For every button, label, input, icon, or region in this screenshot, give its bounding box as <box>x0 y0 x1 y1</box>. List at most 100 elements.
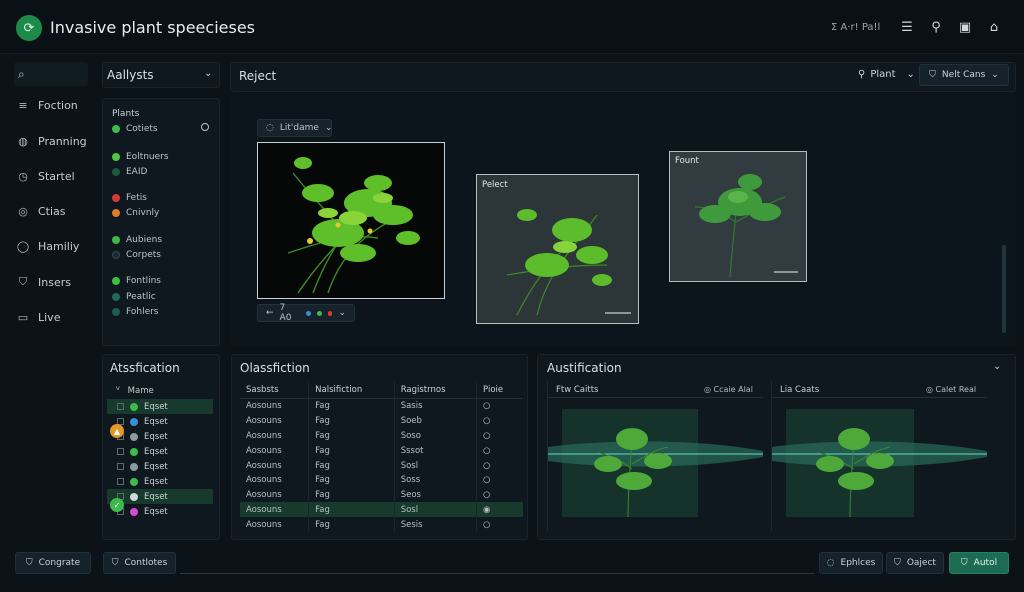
sidebar-item-foction[interactable]: ≡ Foction <box>16 93 98 117</box>
legend-item[interactable]: Cnivnly <box>112 208 159 218</box>
main-button[interactable]: ⛉ Nelt Cans ⌄ <box>919 64 1009 86</box>
shield-icon: ⛉ <box>894 558 901 568</box>
table-cell: Aosouns <box>246 475 282 486</box>
legend-item[interactable]: Fohlers <box>112 307 159 317</box>
blue-dot-icon <box>305 310 311 316</box>
comparison-badge[interactable]: ◎ Ccaie Alal <box>704 385 753 394</box>
plant-image-reject[interactable] <box>476 174 639 324</box>
legend-dot-icon <box>112 277 120 285</box>
comparison-label: Lia Caats <box>780 385 820 395</box>
column-header[interactable]: Pioie <box>476 382 523 399</box>
user-label[interactable]: Σ A·r! Pa!l <box>831 22 880 33</box>
radio-icon[interactable]: ○ <box>476 458 523 473</box>
legend-item[interactable]: EAID <box>112 167 147 177</box>
sidebar-search-icon[interactable]: ⌕ <box>14 62 88 86</box>
table-row[interactable]: Aosouns Fag Soso ○ <box>240 428 523 444</box>
comparison-badge[interactable]: ◎ Calet Real <box>926 385 976 394</box>
chevron-down-icon: ⌄ <box>338 308 347 318</box>
checkbox[interactable] <box>117 463 124 470</box>
table-row-selected[interactable]: Aosouns Fag Sosl ◉ <box>240 502 523 518</box>
list-item[interactable]: Eqset <box>107 444 213 459</box>
sidebar-item-hamiliy[interactable]: ◯ Hamiliy <box>16 234 98 258</box>
legend-item[interactable]: Corpets <box>112 250 161 260</box>
sidebar-item-live[interactable]: ▭ Live <box>16 305 98 329</box>
chevron-down-icon: ⌄ <box>324 123 333 133</box>
image-select-chip[interactable]: ◌ Lit'dame ⌄ <box>257 119 332 137</box>
legend-item[interactable]: Fetis <box>112 193 147 203</box>
radio-icon[interactable]: ○ <box>476 443 523 459</box>
radio-icon[interactable]: ○ <box>476 398 523 414</box>
cloud-icon: ◯ <box>16 239 30 253</box>
legend-item[interactable]: Peatlic <box>112 292 156 302</box>
document-icon[interactable]: ▣ <box>956 18 974 36</box>
table-row[interactable]: Aosouns Fag Soeb ○ <box>240 413 523 429</box>
column-header[interactable]: Ragistrnos <box>393 382 477 399</box>
sidebar-item-ctias[interactable]: ◎ Ctias <box>16 199 98 223</box>
shield-icon: ⛉ <box>960 558 968 568</box>
plant-dropdown[interactable]: ⚲ Plant ⌄ <box>858 69 915 80</box>
radio-icon[interactable]: ○ <box>476 487 523 503</box>
legend-radio-icon[interactable] <box>201 123 209 131</box>
sort-icon: ⱽ <box>116 386 120 396</box>
table-row[interactable]: Aosouns Fag Seos ○ <box>240 487 523 503</box>
radio-icon[interactable]: ○ <box>476 517 523 533</box>
table-row[interactable]: Aosouns Fag Sosl ○ <box>240 458 523 473</box>
chevron-down-icon[interactable]: ⌄ <box>993 361 1001 372</box>
attribution-column-header[interactable]: ⱽ Mame <box>116 386 154 396</box>
radio-icon[interactable]: ○ <box>476 428 523 444</box>
chevron-down-icon[interactable]: ⌄ <box>204 68 212 79</box>
checkbox[interactable] <box>117 403 124 410</box>
legend-dot-icon <box>112 153 120 161</box>
clock-icon: ◷ <box>18 169 28 183</box>
user-icon[interactable]: ⚲ <box>927 18 945 36</box>
table-row[interactable]: Aosouns Fag Soss ○ <box>240 472 523 488</box>
oaject-button[interactable]: ⛉ Oaject <box>886 552 944 574</box>
autol-button[interactable]: ⛉ Autol <box>949 552 1009 574</box>
canvas-scrollbar[interactable] <box>1002 245 1006 333</box>
plant-overlay-image[interactable] <box>772 409 987 519</box>
column-header[interactable]: Nalsifiction <box>308 382 395 399</box>
table-cell: Soss <box>393 472 477 488</box>
ephlces-button[interactable]: ◌ Ephlces <box>819 552 883 574</box>
legend-label: Aubiens <box>126 235 163 245</box>
sidebar-item-startel[interactable]: ◷ Startel <box>16 164 98 188</box>
image-toolbar-chip[interactable]: ← 7 A0 ⌄ <box>257 303 355 323</box>
table-cell: Fag <box>308 413 395 429</box>
contlotes-button[interactable]: ⛉ Contlotes <box>103 552 176 574</box>
table-row[interactable]: Aosouns Fag Sesis ○ <box>240 517 523 533</box>
plant-image-main[interactable] <box>257 142 445 299</box>
radio-icon[interactable]: ○ <box>476 413 523 429</box>
table-cell: Aosouns <box>246 445 282 456</box>
radio-icon[interactable]: ◉ <box>476 502 523 518</box>
list-item[interactable]: Eqset <box>107 399 213 414</box>
legend-dot-icon <box>112 194 120 202</box>
sidebar-item-pranning[interactable]: ◍ Pranning <box>16 129 98 153</box>
legend-item[interactable]: Fontlins <box>112 276 161 286</box>
legend-item[interactable]: Eoltnuers <box>112 152 169 162</box>
congrate-button[interactable]: ⛉ Congrate <box>15 552 91 574</box>
comparison-label: Ftw Caitts <box>556 385 599 395</box>
table-cell: Fag <box>308 458 395 473</box>
checkbox[interactable] <box>117 478 124 485</box>
menu-icon[interactable]: ☰ <box>898 18 916 36</box>
list-item-label: Eqset <box>144 506 168 517</box>
classification-title: Olassfiction <box>240 361 310 375</box>
sidebar-item-insers[interactable]: ⛉ Insers <box>16 270 98 294</box>
table-cell: Sssot <box>393 443 477 459</box>
legend-item[interactable]: Cotiets <box>112 124 158 134</box>
legend-item[interactable]: Aubiens <box>112 235 162 245</box>
plant-overlay-image[interactable] <box>548 409 763 519</box>
plant-image-found[interactable] <box>669 151 807 282</box>
table-row[interactable]: Aosouns Fag Sssot ○ <box>240 443 523 459</box>
home-icon[interactable]: ⌂ <box>985 18 1003 36</box>
table-row[interactable]: Aosouns Fag Sasis ○ <box>240 398 523 414</box>
radio-icon[interactable]: ○ <box>476 472 523 488</box>
column-header[interactable]: Sasbsts <box>240 382 309 399</box>
table-cell: Aosouns <box>246 416 282 427</box>
list-item[interactable]: Eqset <box>107 459 213 474</box>
list-item-label: Eqset <box>144 476 168 487</box>
checkbox[interactable] <box>117 448 124 455</box>
list-item[interactable]: Eqset <box>107 474 213 489</box>
legend-dot-icon <box>112 209 120 217</box>
legend-label: Fohlers <box>126 307 159 317</box>
